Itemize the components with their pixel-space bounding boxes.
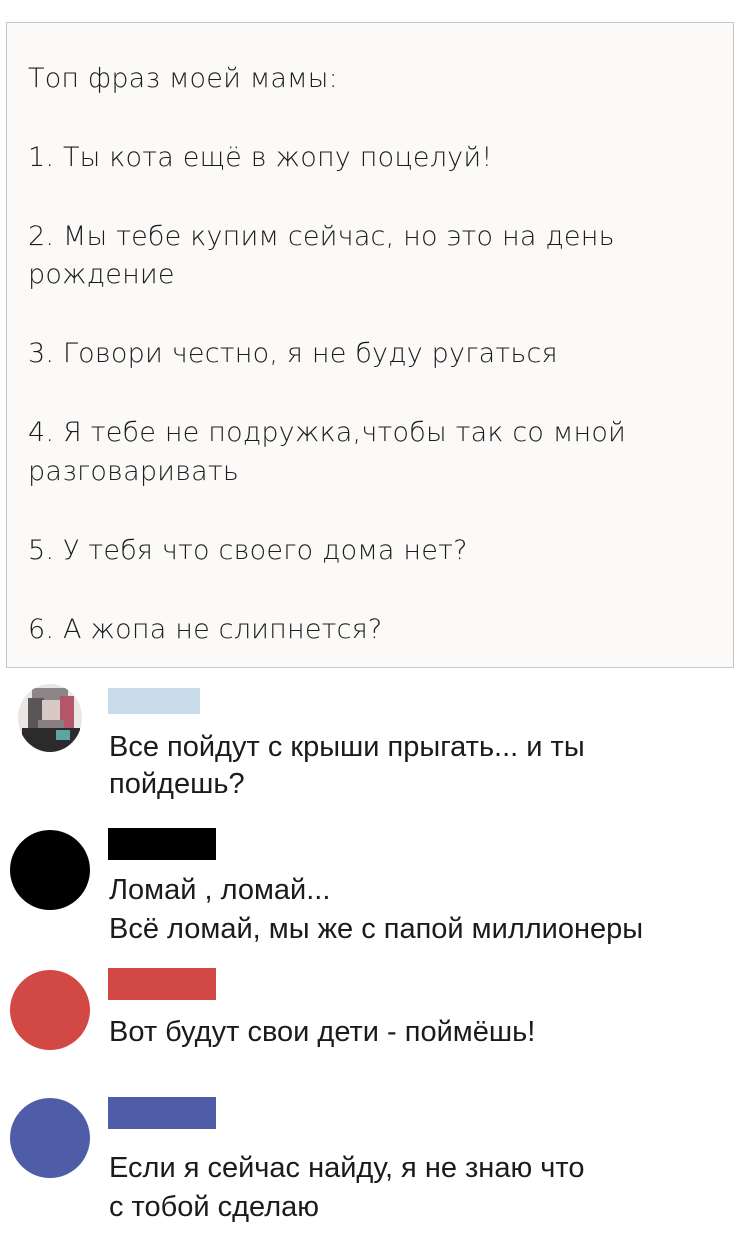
comment-text: Вот будут свои дети - поймёшь! — [109, 1016, 536, 1048]
post-item-3: 3. Говори честно, я не буду ругаться — [28, 338, 558, 369]
avatar[interactable] — [10, 830, 90, 910]
post-item-4: 4. Я тебе не подружка,чтобы так со мной — [28, 417, 627, 448]
comment-text-cont: пойдешь? — [109, 768, 245, 800]
post-title: Топ фраз моей мамы: — [28, 63, 338, 94]
post-item-2: 2. Мы тебе купим сейчас, но это на день — [28, 221, 615, 252]
avatar[interactable] — [10, 1098, 90, 1178]
comment-text-cont: Всё ломай, мы же с папой миллионеры — [109, 913, 644, 945]
comment-text: Все пойдут с крыши прыгать... и ты — [109, 731, 585, 763]
post-card: Топ фраз моей мамы: 1. Ты кота ещё в жоп… — [6, 22, 734, 668]
commenter-name-hidden[interactable] — [108, 828, 216, 860]
avatar[interactable] — [10, 970, 90, 1050]
post-item-6: 6. А жопа не слипнется? — [28, 614, 383, 645]
commenter-name-hidden[interactable] — [108, 688, 200, 714]
avatar[interactable] — [18, 684, 82, 752]
comment-text: Если я сейчас найду, я не знаю что — [109, 1152, 585, 1184]
post-item-5: 5. У тебя что своего дома нет? — [28, 535, 468, 566]
post-item-1: 1. Ты кота ещё в жопу поцелуй! — [28, 142, 493, 173]
post-item-2-cont: рождение — [28, 259, 175, 290]
commenter-name-hidden[interactable] — [108, 1097, 216, 1129]
comment-text: Ломай , ломай... — [109, 874, 331, 906]
commenter-name-hidden[interactable] — [108, 968, 216, 1000]
post-item-4-cont: разговаривать — [28, 456, 240, 487]
comment-text-cont: с тобой сделаю — [109, 1191, 320, 1223]
